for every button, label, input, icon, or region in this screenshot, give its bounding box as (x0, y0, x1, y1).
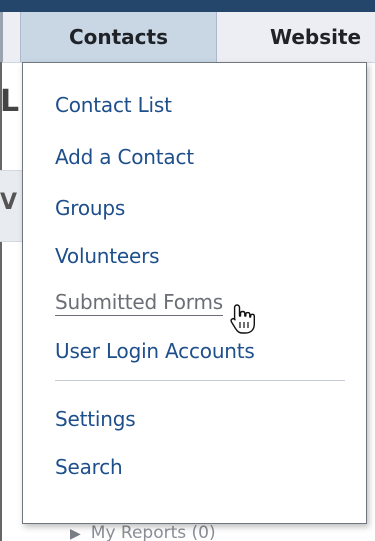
menu-item-search[interactable]: Search (55, 455, 123, 479)
page: Contacts Website L V ▶ My Reports (0) Con… (0, 0, 375, 541)
background-footer-row: ▶ My Reports (0) (70, 523, 216, 541)
menu-item-add-contact[interactable]: Add a Contact (55, 145, 194, 169)
tab-website-label: Website (270, 25, 362, 49)
contacts-dropdown-menu: Contact List Add a Contact Groups Volunt… (22, 62, 367, 524)
tab-contacts-label: Contacts (68, 25, 169, 49)
menu-item-user-login-accounts[interactable]: User Login Accounts (55, 339, 255, 363)
background-heading-fragment: L (0, 84, 20, 119)
menu-item-volunteers[interactable]: Volunteers (55, 244, 160, 268)
menu-item-submitted-forms[interactable]: Submitted Forms (55, 290, 223, 316)
top-strip (0, 0, 375, 12)
tab-contacts[interactable]: Contacts (20, 12, 217, 62)
background-panel-fragment: V (0, 190, 18, 215)
menu-divider (55, 380, 345, 381)
nav-left-divider (0, 12, 3, 62)
triangle-right-icon: ▶ (70, 526, 81, 541)
background-footer-label: My Reports (0) (90, 523, 216, 541)
background-left-border (0, 62, 2, 541)
menu-item-groups[interactable]: Groups (55, 196, 125, 220)
menu-item-settings[interactable]: Settings (55, 407, 136, 431)
tab-website[interactable]: Website (252, 12, 375, 62)
menu-item-contact-list[interactable]: Contact List (55, 93, 172, 117)
hand-pointer-icon (230, 304, 255, 334)
